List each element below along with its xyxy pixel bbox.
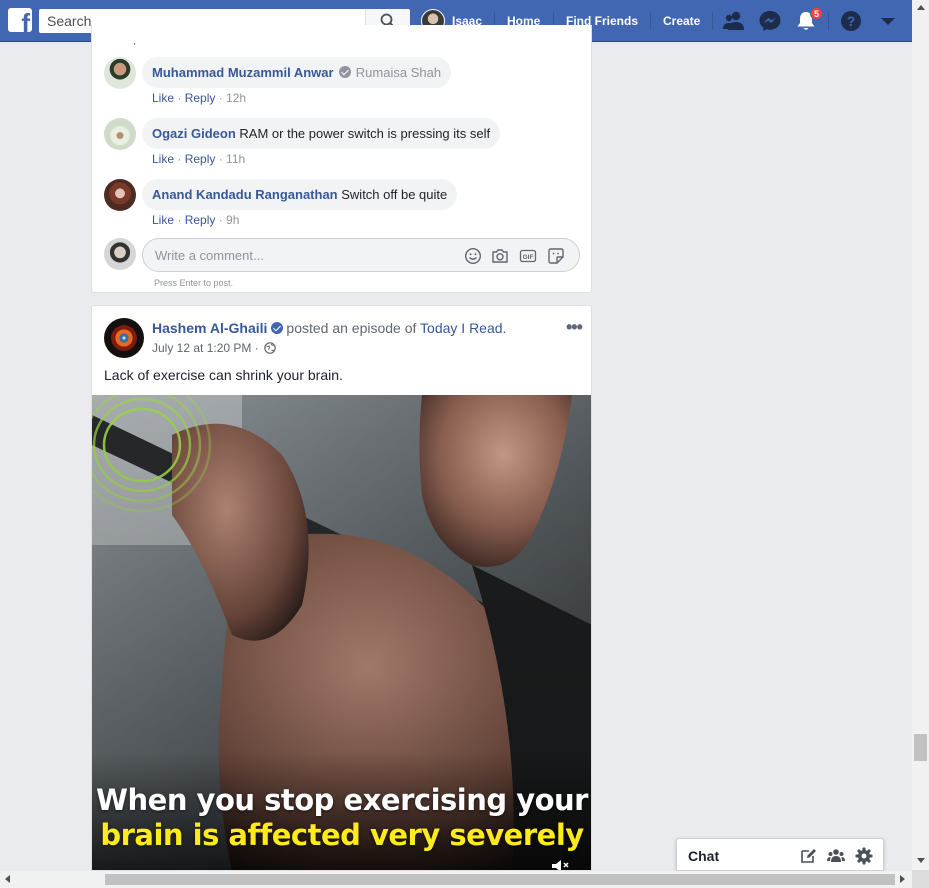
comment-input[interactable] bbox=[155, 239, 455, 271]
reply-link[interactable]: Reply bbox=[185, 152, 216, 166]
post-action: posted an episode of bbox=[286, 320, 417, 336]
nav-divider bbox=[650, 12, 651, 30]
comment-count: 3 of 34 bbox=[542, 31, 579, 45]
post-text: Lack of exercise can shrink your brain. bbox=[104, 367, 343, 383]
post-author[interactable]: Hashem Al-Ghaili bbox=[152, 320, 267, 336]
reply-link[interactable]: Reply bbox=[185, 91, 216, 105]
like-link[interactable]: Like bbox=[152, 213, 174, 227]
caret-down-icon[interactable] bbox=[876, 10, 900, 32]
comment-author[interactable]: Ogazi Gideon bbox=[152, 126, 236, 141]
friends-icon[interactable] bbox=[722, 10, 746, 32]
reply-link[interactable]: Reply bbox=[185, 213, 216, 227]
scrollbar-thumb[interactable] bbox=[914, 734, 927, 761]
gear-icon[interactable] bbox=[855, 847, 873, 865]
comment-actions: Like · Reply · 12h bbox=[152, 91, 247, 105]
svg-text:GIF: GIF bbox=[523, 254, 534, 261]
avatar[interactable] bbox=[104, 57, 136, 89]
messenger-icon[interactable] bbox=[758, 10, 782, 32]
comment-bubble: Ogazi Gideon RAM or the power switch is … bbox=[142, 118, 501, 149]
scrollbar-thumb[interactable] bbox=[105, 874, 895, 885]
nav-divider bbox=[828, 12, 829, 30]
comment-bubble: Anand Kandadu Ranganathan Switch off be … bbox=[142, 179, 458, 210]
like-link[interactable]: Like bbox=[152, 91, 174, 105]
press-enter-hint: Press Enter to post. bbox=[154, 278, 234, 288]
chat-label[interactable]: Chat bbox=[688, 848, 719, 864]
post-meta: July 12 at 1:20 PM · bbox=[152, 341, 276, 355]
scroll-right-arrow-icon[interactable] bbox=[900, 875, 905, 883]
video-player[interactable]: When you stop exercising your brain is a… bbox=[92, 395, 591, 871]
series-link[interactable]: Today I Read. bbox=[420, 320, 506, 336]
comment-mention[interactable]: Rumaisa Shah bbox=[356, 65, 441, 80]
scroll-up-arrow-icon[interactable] bbox=[917, 5, 925, 10]
svg-text:?: ? bbox=[847, 13, 856, 29]
comment-time[interactable]: 11h bbox=[226, 152, 245, 166]
video-caption-line-2: brain is affected very severely bbox=[100, 818, 584, 852]
comment-text: RAM or the power switch is pressing its … bbox=[239, 126, 491, 141]
comment-time[interactable]: 12h bbox=[226, 91, 246, 105]
camera-icon[interactable] bbox=[491, 247, 509, 265]
post-time[interactable]: July 12 at 1:20 PM bbox=[152, 341, 251, 355]
comment-author[interactable]: Muhammad Muzammil Anwar bbox=[152, 65, 334, 80]
mention-icon bbox=[339, 66, 352, 78]
comment-bubble: Muhammad Muzammil Anwar Rumaisa Shah bbox=[142, 57, 452, 88]
scroll-down-arrow-icon[interactable] bbox=[917, 858, 925, 863]
post-card: Hashem Al-Ghaili posted an episode of Tod… bbox=[91, 305, 592, 871]
emoji-icon[interactable] bbox=[464, 247, 482, 265]
more-icon[interactable]: ••• bbox=[566, 317, 583, 338]
group-icon[interactable] bbox=[827, 847, 845, 865]
verified-icon bbox=[271, 322, 284, 334]
nav-divider bbox=[712, 12, 713, 30]
sticker-icon[interactable] bbox=[547, 247, 565, 265]
new-message-icon[interactable] bbox=[799, 847, 817, 865]
facebook-logo[interactable]: f bbox=[8, 8, 32, 32]
comment-author[interactable]: Anand Kandadu Ranganathan bbox=[152, 187, 338, 202]
like-link[interactable]: Like bbox=[152, 152, 174, 166]
create-link[interactable]: Create bbox=[663, 9, 700, 33]
avatar[interactable] bbox=[104, 118, 136, 150]
avatar[interactable] bbox=[104, 318, 144, 358]
horizontal-scrollbar[interactable] bbox=[0, 871, 912, 888]
notification-badge: 5 bbox=[810, 7, 824, 20]
comments-card: View previous comments 3 of 34 Muhammad … bbox=[91, 25, 592, 293]
comment-actions: Like · Reply · 11h bbox=[152, 152, 246, 166]
mute-icon[interactable] bbox=[550, 859, 570, 871]
vertical-scrollbar[interactable] bbox=[912, 0, 929, 870]
avatar bbox=[104, 238, 136, 270]
comment-text: Switch off be quite bbox=[341, 187, 448, 202]
help-icon[interactable]: ? bbox=[839, 10, 863, 32]
gif-icon[interactable]: GIF bbox=[519, 247, 537, 265]
scrollbar-corner bbox=[912, 870, 929, 888]
scroll-left-arrow-icon[interactable] bbox=[5, 875, 10, 883]
globe-icon bbox=[264, 342, 276, 354]
post-header: Hashem Al-Ghaili posted an episode of Tod… bbox=[152, 320, 506, 336]
comment-box: GIF bbox=[142, 238, 580, 272]
view-previous-comments-link[interactable]: View previous comments bbox=[104, 43, 237, 45]
comment-actions: Like · Reply · 9h bbox=[152, 213, 240, 227]
video-caption-line-1: When you stop exercising your bbox=[96, 783, 588, 817]
avatar[interactable] bbox=[104, 179, 136, 211]
chat-bar[interactable]: Chat bbox=[676, 838, 884, 871]
comment-time[interactable]: 9h bbox=[226, 213, 239, 227]
